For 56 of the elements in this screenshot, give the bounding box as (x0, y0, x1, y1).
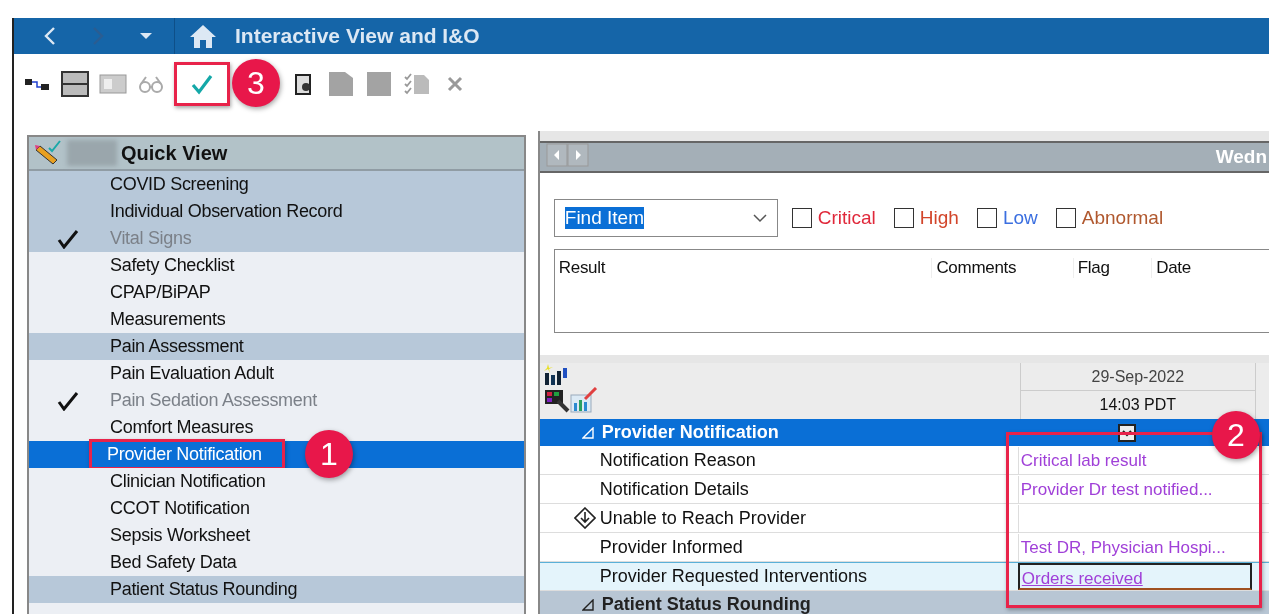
square-icon (366, 71, 392, 97)
pencil-check-icon (33, 140, 63, 166)
panel-title: Quick View (121, 141, 228, 165)
list-item[interactable]: Patient Status Rounding (29, 576, 524, 603)
section-row[interactable]: Patient Status Rounding (539, 591, 1269, 614)
column-header: Result (557, 258, 607, 278)
split-pane-icon (61, 71, 89, 97)
callout-badge: 3 (232, 59, 280, 107)
chevron-down-icon (752, 213, 767, 223)
checkbox[interactable] (893, 208, 914, 228)
folder-icon (328, 71, 354, 97)
grid-edit-icon (543, 389, 570, 413)
checkbox[interactable] (1055, 208, 1076, 228)
value-cell[interactable]: Orders received (1017, 563, 1252, 590)
flag-label: Abnormal (1081, 207, 1164, 229)
column-header: Date (1151, 258, 1269, 278)
check-icon (57, 390, 79, 411)
list-item[interactable]: COVID Screening (29, 171, 524, 198)
caret-down-icon (138, 31, 154, 41)
expanded-triangle-icon (581, 598, 594, 611)
sign-button[interactable] (174, 62, 230, 106)
column-date: 29-Sep-2022 (1020, 363, 1255, 391)
row-label: Unable to Reach Provider (539, 507, 1018, 529)
row-label: Notification Reason (598, 449, 757, 471)
window-title: Interactive View and I&O (235, 24, 480, 48)
checkbox[interactable] (791, 208, 812, 228)
checkbox[interactable] (976, 208, 997, 228)
clipboard-icon (294, 72, 312, 96)
linked-grids-icon (24, 77, 50, 91)
expanded-triangle-icon (581, 426, 594, 439)
value-cell[interactable]: Test DR, Physician Hospi... (1017, 533, 1252, 561)
flag-label: Low (1002, 207, 1038, 229)
checklist-icon (403, 72, 431, 96)
redacted-block (67, 140, 117, 166)
home-icon (189, 23, 217, 49)
row-label: Notification Details (598, 478, 750, 500)
close-icon (446, 75, 464, 93)
list-item[interactable]: Pain Assessment (29, 333, 524, 360)
flag-label: High (919, 207, 959, 229)
row-label: Provider Informed (598, 536, 744, 558)
flag-label: Critical (817, 207, 876, 229)
column-header: Flag (1072, 258, 1152, 278)
check-icon (57, 228, 79, 249)
chevron-left-icon (43, 26, 57, 46)
find-item-dropdown[interactable]: Find Item (553, 199, 778, 237)
image-icon (99, 74, 127, 94)
value-cell[interactable]: Provider Dr test notified... (1017, 475, 1252, 503)
glasses-icon (138, 75, 164, 93)
column-header: Comments (931, 258, 1073, 278)
row-label: Provider Requested Interventions (598, 566, 868, 587)
date-label: Wedn (1215, 146, 1267, 168)
chart-edit-icon (569, 387, 598, 413)
column-time: 14:03 PDT (1098, 395, 1177, 415)
list-item[interactable]: Individual Observation Record (29, 198, 524, 225)
diamond-arrow-icon (573, 507, 596, 529)
check-icon (190, 73, 214, 95)
